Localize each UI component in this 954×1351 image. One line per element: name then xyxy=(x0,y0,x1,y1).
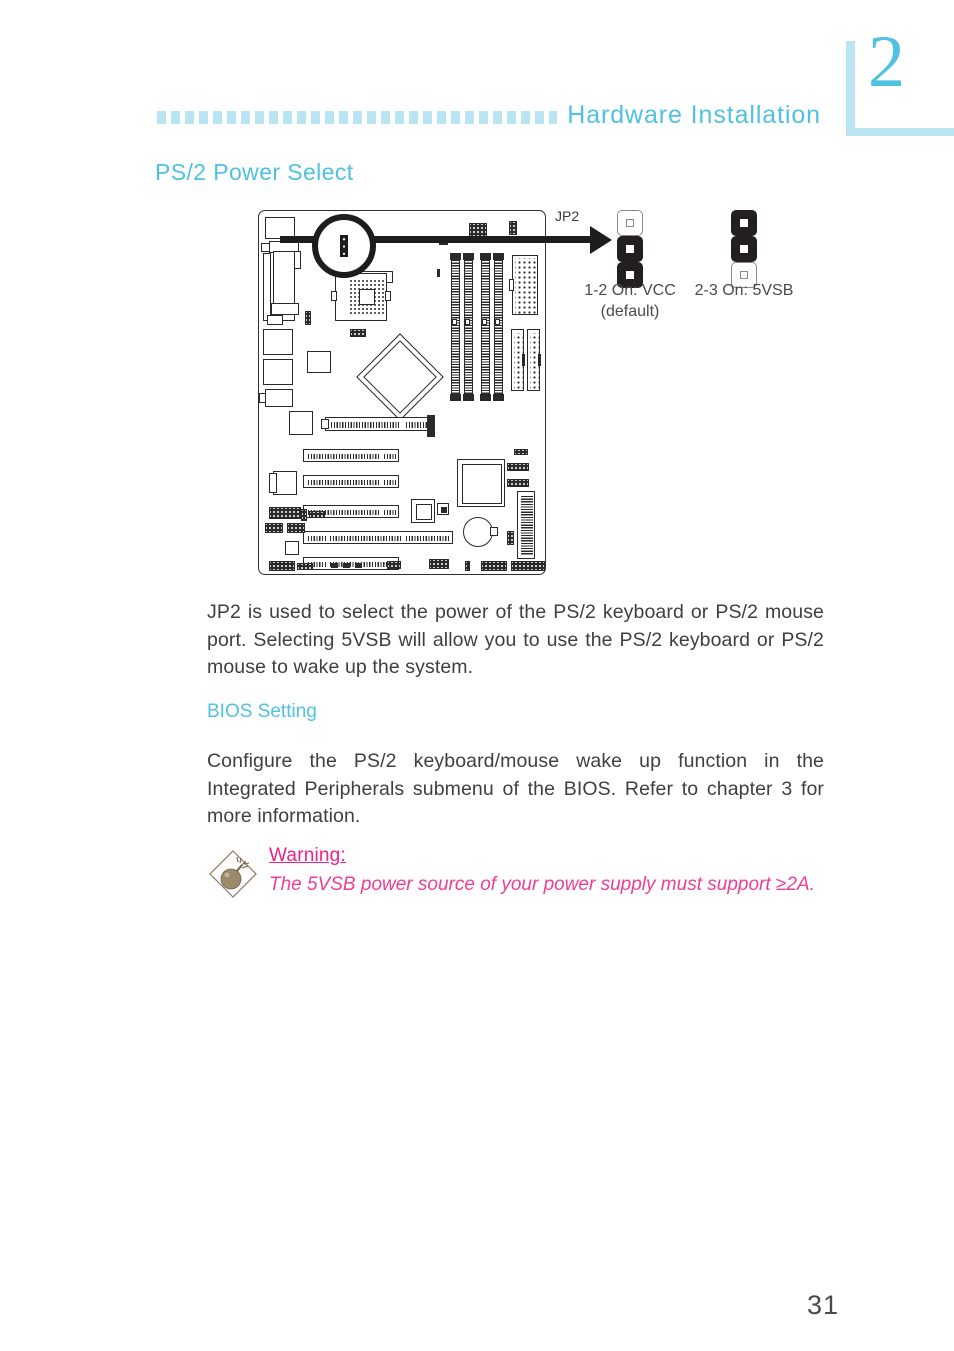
cpu-socket-lever-right xyxy=(385,291,391,301)
chapter-bracket-horizontal xyxy=(846,128,954,136)
chapter-bracket: 2 xyxy=(846,25,954,136)
cpu-fan-header xyxy=(350,329,366,337)
ir-header xyxy=(429,559,449,569)
voltage-regulator-chip xyxy=(437,503,449,515)
speaker-header xyxy=(297,563,313,570)
pci-slot-2 xyxy=(303,475,399,488)
floppy-connector xyxy=(517,491,535,559)
agp-slot-retention-clip xyxy=(427,415,435,437)
dimm-slot-1 xyxy=(450,253,461,401)
io-serial-port-bracket xyxy=(261,243,270,252)
jumper-pin-1-shorted xyxy=(731,210,757,236)
io-backplate xyxy=(263,253,271,321)
chassis-intrusion-header xyxy=(301,509,307,521)
callout-arrowhead xyxy=(590,226,612,254)
clear-cmos-jumper xyxy=(465,561,470,571)
jp2-callout-label: JP2 xyxy=(555,208,580,224)
callout-highlight-circle xyxy=(312,214,376,278)
page-title: PS/2 Power Select xyxy=(155,159,354,185)
bios-setting-paragraph: Configure the PS/2 keyboard/mouse wake u… xyxy=(207,750,824,827)
gpio-header-bottom xyxy=(511,561,545,571)
front-panel-connector-bottom xyxy=(481,561,507,571)
cmos-battery-tab xyxy=(490,527,498,536)
audio-front-panel-header xyxy=(269,507,301,519)
intro-paragraph: JP2 is used to select the power of the P… xyxy=(207,601,824,678)
agp-slot-tab xyxy=(321,419,329,429)
io-game-port xyxy=(265,389,293,407)
io-audio-jack-stack-1 xyxy=(263,329,293,355)
io-game-port-tab xyxy=(259,393,266,403)
dimm-slot-3 xyxy=(480,253,491,401)
usb-header-right-1 xyxy=(507,463,529,471)
jumper-caption-vcc-line2: (default) xyxy=(600,303,660,320)
jumper-bank-bottom-1 xyxy=(331,563,338,568)
pci-slot-5 xyxy=(303,557,399,570)
agp-slot xyxy=(325,417,433,431)
motherboard-figure: JP2 1-2 On: VCC (default) 2-3 On: 5VSB xyxy=(250,200,810,580)
chapter-bracket-vertical xyxy=(846,41,855,136)
capacitor-large xyxy=(269,473,277,493)
page-header: Hardware Installation 2 xyxy=(0,0,954,150)
wake-on-lan-header xyxy=(309,511,325,518)
fan-header-right-1 xyxy=(514,449,528,455)
atx-power-connector xyxy=(512,255,538,315)
audio-codec-chip xyxy=(411,499,435,523)
io-usb-port-lower xyxy=(267,315,283,325)
jumper-pin-2-shorted xyxy=(617,236,643,262)
southbridge-chip xyxy=(307,351,331,373)
header-title: Hardware Installation xyxy=(567,101,821,129)
dimm-slot-2 xyxy=(463,253,474,401)
dimm-slot-4 xyxy=(493,253,504,401)
io-audio-jack-stack-2 xyxy=(263,359,293,385)
warning-text: The 5VSB power source of your power supp… xyxy=(269,874,815,895)
pci-slot-1 xyxy=(303,449,399,462)
clock-generator-chip xyxy=(285,541,299,555)
jumper-bank-bottom-3 xyxy=(355,563,362,568)
bios-setting-heading: BIOS Setting xyxy=(207,701,317,722)
jp2-jumper-on-board xyxy=(305,311,311,325)
atx-power-connector-latch xyxy=(509,279,514,291)
jumper-caption-5vsb-line1: 2-3 On: 5VSB xyxy=(694,282,794,299)
cd-in-connector-1 xyxy=(265,523,283,533)
board-marker xyxy=(437,269,440,277)
lan-controller-chip xyxy=(289,411,313,435)
front-usb-header-bottom xyxy=(269,561,295,571)
jumper-bank-bottom-2 xyxy=(343,563,350,568)
chapter-number: 2 xyxy=(868,21,905,103)
northbridge-chipset-inner xyxy=(363,340,437,414)
page-number: 31 xyxy=(806,1290,839,1320)
cmos-battery xyxy=(463,517,493,547)
jumper-pin-1-open xyxy=(617,210,643,236)
cpu-socket-center xyxy=(359,289,375,305)
ide-connector-key-2 xyxy=(538,354,541,366)
bomb-icon xyxy=(207,848,259,900)
jumper-pin-2-shorted-alt xyxy=(731,236,757,262)
ide-connector-key-1 xyxy=(522,354,525,366)
io-lan-port xyxy=(271,303,299,315)
cpu-socket-lever-left xyxy=(331,291,337,301)
warning-body: Warning: The 5VSB power source of your p… xyxy=(269,845,827,898)
callout-jumper-pins-icon xyxy=(340,235,348,257)
warning-title: Warning: xyxy=(269,845,346,866)
dotted-rule-decoration xyxy=(157,111,557,124)
motherboard-diagram xyxy=(258,210,546,575)
jumper-diagram-vcc xyxy=(617,210,643,288)
jumper-diagram-5vsb xyxy=(731,210,757,288)
front-panel-header xyxy=(507,531,514,545)
com2-header xyxy=(387,561,401,569)
super-io-chip xyxy=(457,459,505,507)
usb-header-right-2 xyxy=(507,479,529,487)
chassis-fan-header-top xyxy=(509,221,517,235)
pci-slot-4 xyxy=(303,531,453,544)
cd-in-connector-2 xyxy=(287,523,305,533)
